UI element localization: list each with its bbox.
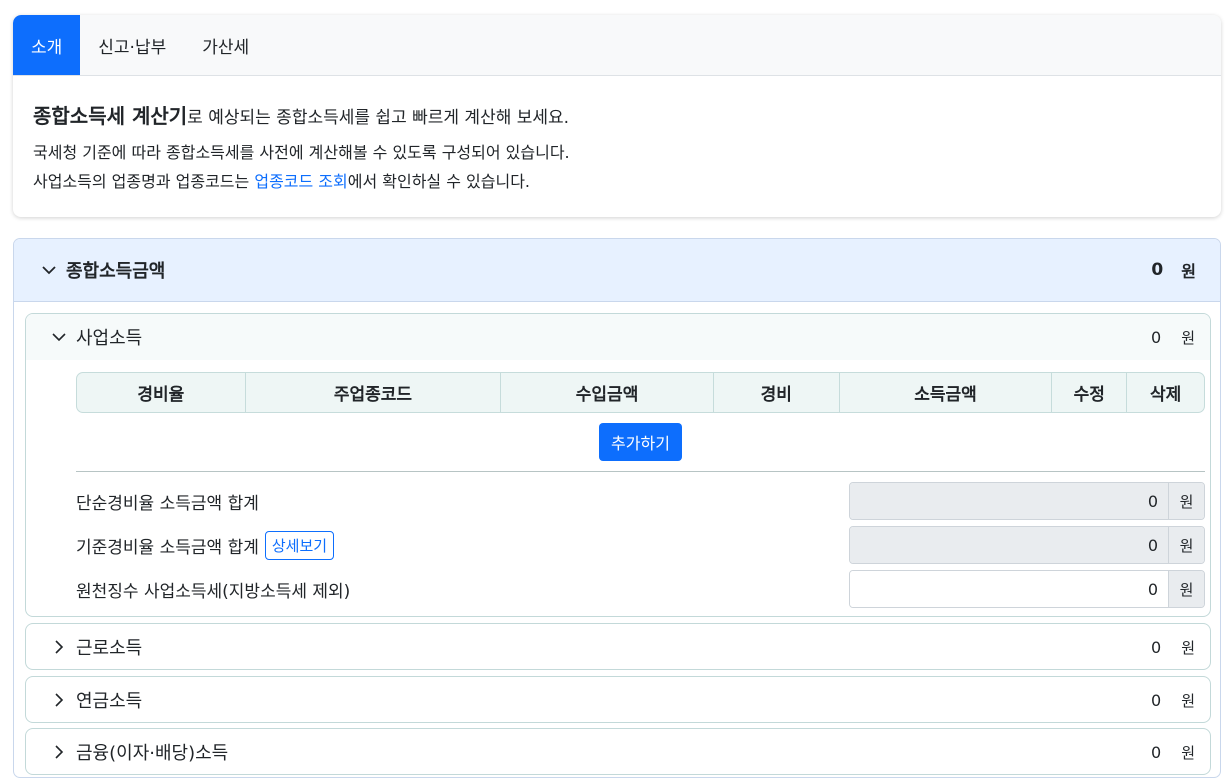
total-income-accordion: 종합소득금액 0 원 사업소득 0 원 경비율 주업종코드 수입금액 경비 소득…: [13, 238, 1221, 778]
column-revenue: 수입금액: [501, 373, 714, 412]
total-income-amount: 0: [1151, 260, 1164, 280]
pension-income-title: 연금소득: [76, 691, 143, 712]
chevron-right-icon: [50, 743, 68, 761]
intro-headline: 종합소득세 계산기로 예상되는 종합소득세를 쉽고 빠르게 계산해 보세요.: [33, 100, 1201, 132]
column-expense-rate: 경비율: [77, 373, 246, 412]
standard-rate-total-unit: 원: [1168, 527, 1204, 563]
pension-income-amount: 0: [1151, 690, 1162, 710]
pension-income-header[interactable]: 연금소득 0 원: [26, 677, 1210, 722]
divider: [76, 471, 1205, 472]
withholding-tax-row: 원천징수 사업소득세(지방소득세 제외) 원: [76, 570, 1205, 608]
simple-rate-total-unit: 원: [1168, 483, 1204, 519]
simple-rate-total-field: 원: [849, 482, 1205, 520]
simple-rate-total-label: 단순경비율 소득금액 합계: [76, 493, 259, 514]
financial-income-unit: 원: [1181, 743, 1195, 762]
intro-description: 국세청 기준에 따라 종합소득세를 사전에 계산해볼 수 있도록 구성되어 있습…: [33, 143, 570, 163]
intro-code-hint-post: 에서 확인하실 수 있습니다.: [347, 172, 531, 192]
chevron-down-icon: [40, 261, 58, 279]
intro-body: 종합소득세 계산기로 예상되는 종합소득세를 쉽고 빠르게 계산해 보세요. 국…: [13, 76, 1221, 196]
withholding-tax-label: 원천징수 사업소득세(지방소득세 제외): [76, 581, 351, 602]
column-expense: 경비: [714, 373, 840, 412]
pension-income-accordion: 연금소득 0 원: [25, 676, 1211, 723]
business-income-header[interactable]: 사업소득 0 원: [26, 314, 1210, 360]
intro-code-hint-pre: 사업소득의 업종명과 업종코드는: [33, 172, 255, 192]
column-income-amount: 소득금액: [840, 373, 1053, 412]
business-income-unit: 원: [1181, 328, 1195, 347]
tab-filing[interactable]: 신고·납부: [80, 15, 184, 75]
financial-income-title: 금융(이자·배당)소득: [76, 743, 229, 764]
column-delete: 삭제: [1149, 385, 1182, 405]
financial-income-amount: 0: [1151, 742, 1162, 762]
industry-code-lookup-link[interactable]: 업종코드 조회: [254, 172, 347, 191]
earned-income-header[interactable]: 근로소득 0 원: [26, 624, 1210, 669]
standard-rate-total-field: 원: [849, 526, 1205, 564]
earned-income-title: 근로소득: [76, 638, 143, 659]
intro-code-hint: 사업소득의 업종명과 업종코드는 업종코드 조회에서 확인하실 수 있습니다.: [33, 167, 1201, 196]
chevron-right-icon: [50, 691, 68, 709]
standard-rate-total-input: [850, 527, 1168, 563]
business-income-title: 사업소득: [76, 328, 143, 349]
earned-income-accordion: 근로소득 0 원: [25, 623, 1211, 670]
chevron-right-icon: [50, 638, 68, 656]
business-income-accordion: 사업소득 0 원 경비율 주업종코드 수입금액 경비 소득금액 수정 삭제 추가…: [25, 313, 1211, 617]
chevron-down-icon: [50, 328, 68, 346]
financial-income-header[interactable]: 금융(이자·배당)소득 0 원: [26, 729, 1210, 774]
financial-income-accordion: 금융(이자·배당)소득 0 원: [25, 728, 1211, 775]
withholding-tax-input[interactable]: [850, 571, 1168, 607]
intro-card: 소개 신고·납부 가산세 종합소득세 계산기로 예상되는 종합소득세를 쉽고 빠…: [13, 15, 1221, 217]
simple-rate-total-row: 단순경비율 소득금액 합계 원: [76, 482, 1205, 520]
earned-income-amount: 0: [1151, 637, 1162, 657]
total-income-title: 종합소득금액: [66, 261, 166, 282]
standard-rate-total-label-wrap: 기준경비율 소득금액 합계 상세보기: [76, 530, 849, 560]
earned-income-unit: 원: [1181, 638, 1195, 657]
column-industry-code: 주업종코드: [246, 373, 502, 412]
total-income-unit: 원: [1181, 262, 1196, 281]
tab-penalty[interactable]: 가산세: [184, 15, 267, 75]
tab-bar: 소개 신고·납부 가산세: [13, 15, 1221, 76]
standard-rate-total-row: 기준경비율 소득금액 합계 상세보기 원: [76, 526, 1205, 564]
total-income-header[interactable]: 종합소득금액 0 원: [14, 239, 1220, 302]
intro-headline-rest: 로 예상되는 종합소득세를 쉽고 빠르게 계산해 보세요.: [187, 108, 570, 128]
business-income-table-header: 경비율 주업종코드 수입금액 경비 소득금액 수정 삭제: [76, 372, 1205, 413]
calculator-name: 종합소득세 계산기: [33, 104, 188, 128]
view-details-button[interactable]: 상세보기: [264, 530, 335, 560]
withholding-tax-field: 원: [849, 570, 1205, 608]
standard-rate-total-label: 기준경비율 소득금액 합계: [76, 537, 259, 558]
add-business-income-button[interactable]: 추가하기: [599, 423, 682, 461]
column-edit: 수정: [1052, 373, 1128, 412]
tab-intro[interactable]: 소개: [13, 15, 81, 75]
pension-income-unit: 원: [1181, 691, 1195, 710]
simple-rate-total-input: [850, 483, 1168, 519]
withholding-tax-unit: 원: [1168, 571, 1204, 607]
business-income-amount: 0: [1151, 327, 1162, 347]
